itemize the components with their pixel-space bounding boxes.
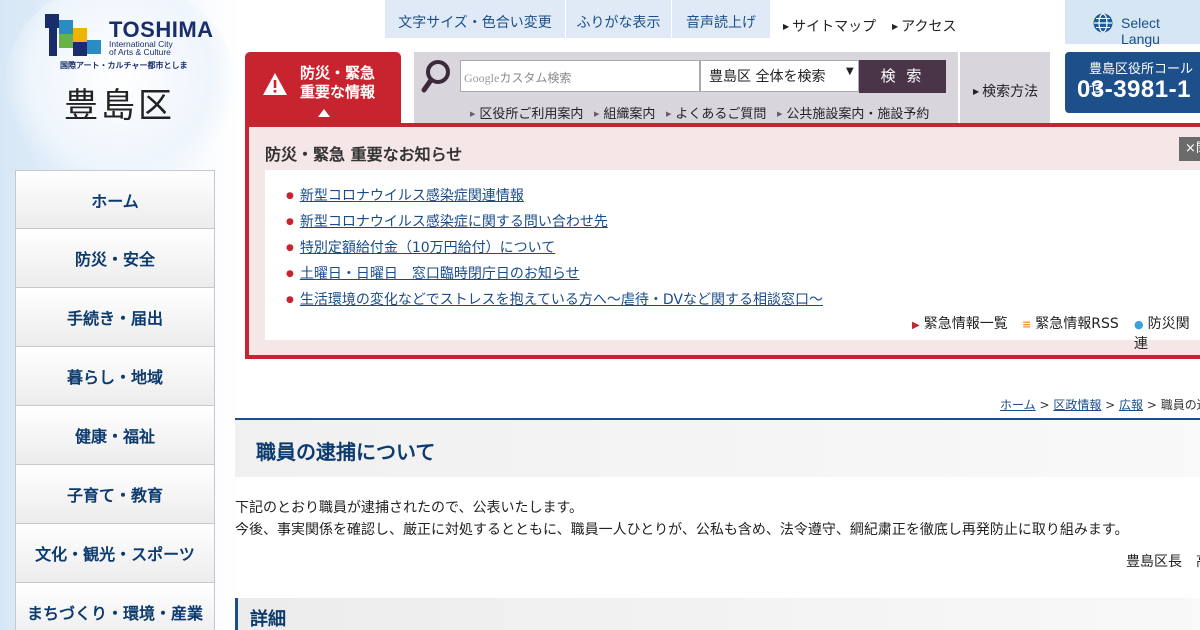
nav-item-living[interactable]: 暮らし・地域 <box>15 347 215 406</box>
emergency-link-covid[interactable]: 新型コロナウイルス感染症関連情報 <box>300 188 524 204</box>
list-item: 特別定額給付金（10万円給付）について <box>286 237 823 263</box>
search-method-link[interactable]: 検索方法 <box>973 81 1038 101</box>
nav-item-health[interactable]: 健康・福祉 <box>15 406 215 465</box>
google-brand: Google <box>464 71 500 85</box>
emergency-link-consultation[interactable]: 生活環境の変化などでストレスを抱えている方へ～虐待・DVなど関する相談窓口～ <box>300 292 823 308</box>
bousai-related-link[interactable]: ● 防災関連 <box>1134 313 1200 353</box>
emergency-tab-label: 防災・緊急 重要な情報 <box>300 64 375 102</box>
page-title: 職員の逮捕について <box>256 440 436 464</box>
emergency-list-all-link[interactable]: ▶ 緊急情報一覧 <box>912 313 1008 333</box>
body-text-1: 下記のとおり職員が逮捕されたので、公表いたします。 <box>235 500 584 516</box>
emergency-tab-line2: 重要な情報 <box>300 83 376 101</box>
breadcrumb-separator: > <box>1035 398 1054 412</box>
emergency-link-benefit[interactable]: 特別定額給付金（10万円給付）について <box>300 240 555 256</box>
nav-item-townplanning[interactable]: まちづくり・環境・産業 <box>15 583 215 630</box>
breadcrumb: ホーム > 区政情報 > 広報 > 職員の逮捕 <box>1000 396 1200 413</box>
caret-up-icon <box>318 109 330 117</box>
faq-link[interactable]: よくあるご質問 <box>666 103 766 122</box>
emergency-tab-line1: 防災・緊急 <box>300 64 376 82</box>
logo-subtitle-line2: of Arts & Culture <box>109 47 171 57</box>
rss-icon: ≡ <box>1022 318 1032 331</box>
close-button[interactable]: ×閉 <box>1179 137 1200 161</box>
search-button[interactable]: 検 索 <box>859 60 946 93</box>
nav-item-procedures[interactable]: 手続き・届出 <box>15 288 215 347</box>
emergency-link-closure[interactable]: 土曜日・日曜日 窓口臨時閉庁日のお知らせ <box>300 266 580 282</box>
signature: 豊島区長 高 <box>1126 554 1200 570</box>
facilities-link[interactable]: 公共施設案内・施設予約 <box>777 103 929 122</box>
emergency-rss-label: 緊急情報RSS <box>1035 316 1119 332</box>
list-item: 新型コロナウイルス感染症関連情報 <box>286 185 823 211</box>
body-text-2: 今後、事実関係を確認し、厳正に対処するとともに、職員一人ひとりが、公私も含め、法… <box>235 522 1129 538</box>
list-item: 土曜日・日曜日 窓口臨時閉庁日のお知らせ <box>286 263 823 289</box>
search-scope-value: 豊島区 全体を検索 <box>709 69 826 85</box>
warning-icon <box>263 73 287 95</box>
list-item: 新型コロナウイルス感染症に関する問い合わせ先 <box>286 211 823 237</box>
emergency-rss-link[interactable]: ≡ 緊急情報RSS <box>1022 313 1119 333</box>
emergency-panel-title: 防災・緊急 重要なお知らせ <box>265 145 463 164</box>
emergency-link-covid-contact[interactable]: 新型コロナウイルス感染症に関する問い合わせ先 <box>300 214 608 230</box>
nav-item-safety[interactable]: 防災・安全 <box>15 229 215 288</box>
list-item: 生活環境の変化などでストレスを抱えている方へ～虐待・DVなど関する相談窓口～ <box>286 289 823 315</box>
logo-subtitle: International City of Arts & Culture <box>109 40 173 57</box>
breadcrumb-home[interactable]: ホーム <box>1000 398 1036 412</box>
search-icon <box>421 60 450 93</box>
organization-link[interactable]: 組織案内 <box>594 103 655 122</box>
emergency-list: 新型コロナウイルス感染症関連情報 新型コロナウイルス感染症に関する問い合わせ先 … <box>286 185 823 315</box>
call-center-number: 03-3981-1 <box>1077 76 1191 103</box>
voice-reader-link[interactable]: 音声読上げ <box>672 0 770 38</box>
search-placeholder-text: カスタム検索 <box>499 71 572 85</box>
logo-tagline: 国際アート・カルチャー都市としま <box>60 61 188 70</box>
globe-icon <box>1093 13 1113 33</box>
utility-bar: 文字サイズ・色合い変更 ふりがな表示 音声読上げ <box>385 0 770 38</box>
ward-name[interactable]: 豊島区 <box>64 78 175 127</box>
breadcrumb-separator: > <box>1101 398 1120 412</box>
emergency-list-all-label: 緊急情報一覧 <box>923 316 1008 332</box>
triangle-right-icon: ▶ <box>912 320 920 331</box>
breadcrumb-current: 職員の逮捕 <box>1160 398 1200 412</box>
furigana-link[interactable]: ふりがな表示 <box>566 0 671 38</box>
language-label[interactable]: Select Langu <box>1121 15 1200 47</box>
breadcrumb-separator: > <box>1143 398 1161 412</box>
breadcrumb-koho[interactable]: 広報 <box>1119 398 1143 412</box>
access-link[interactable]: アクセス <box>892 16 956 36</box>
caret-down-icon: ▼ <box>846 66 854 77</box>
sitemap-link[interactable]: サイトマップ <box>783 16 876 36</box>
nav-item-culture[interactable]: 文化・観光・スポーツ <box>15 524 215 583</box>
office-guide-link[interactable]: 区役所ご利用案内 <box>470 103 583 122</box>
nav-item-childcare[interactable]: 子育て・教育 <box>15 465 215 524</box>
search-placeholder: Googleカスタム検索 <box>464 69 571 86</box>
nav-item-home[interactable]: ホーム <box>15 170 215 229</box>
toshima-logo-icon[interactable] <box>45 14 105 58</box>
breadcrumb-kusei[interactable]: 区政情報 <box>1053 398 1101 412</box>
speech-bubble-icon: ● <box>1134 318 1144 331</box>
font-color-link[interactable]: 文字サイズ・色合い変更 <box>385 0 565 38</box>
section-title: 詳細 <box>250 609 286 630</box>
section-header-box <box>235 598 1200 630</box>
global-nav: ホーム 防災・安全 手続き・届出 暮らし・地域 健康・福祉 子育て・教育 文化・… <box>15 170 215 630</box>
